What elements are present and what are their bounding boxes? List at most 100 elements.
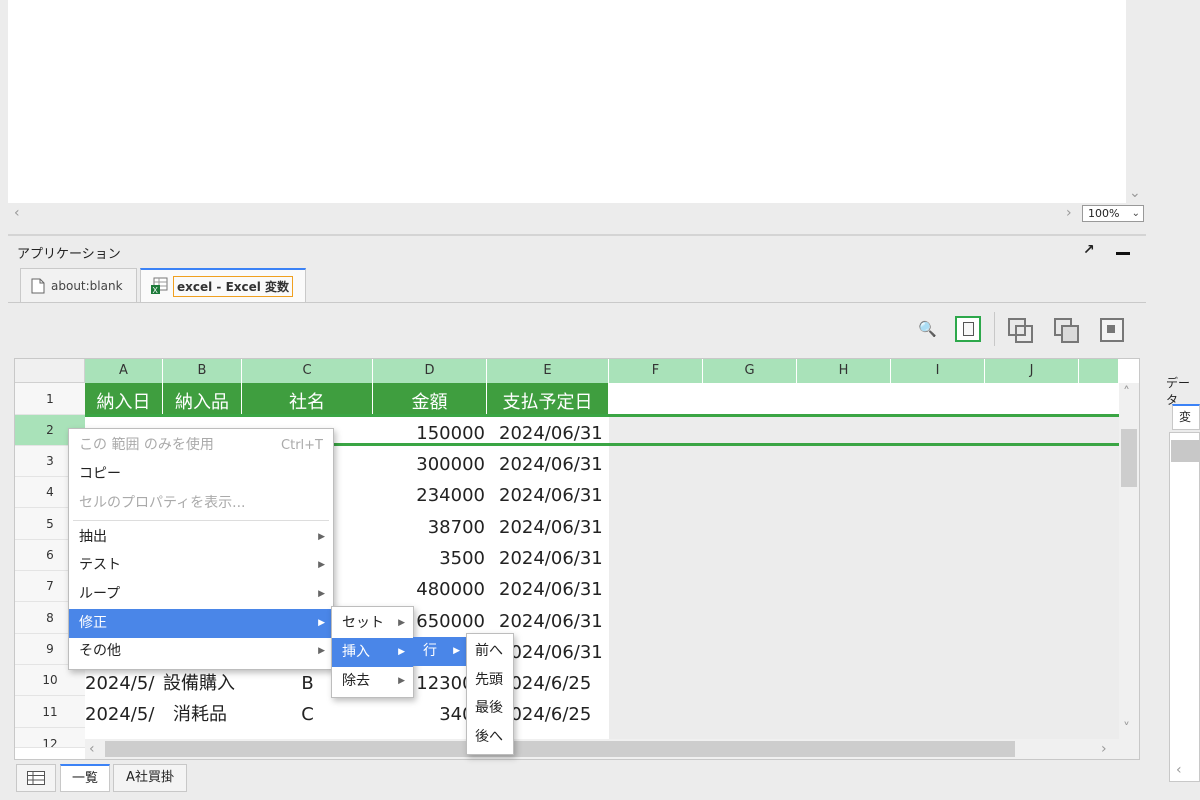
date-cell[interactable]: 2024/06/31 <box>499 638 609 668</box>
date-cell[interactable]: 2024/06/31 <box>499 544 609 574</box>
submenu-row: 前へ 先頭 最後 後へ <box>466 633 514 755</box>
amount-cell[interactable]: 300000 <box>373 450 487 480</box>
svg-text:X: X <box>153 286 159 295</box>
date-cell[interactable]: 2024/06/31 <box>499 575 609 605</box>
header-cell[interactable]: 支払予定日 <box>487 383 609 415</box>
submenu-arrow-icon: ▶ <box>318 618 325 628</box>
zoom-window-icon[interactable] <box>1098 316 1126 344</box>
menu-item-copy[interactable]: コピー <box>69 460 333 489</box>
date-cell[interactable]: 2024/5/ <box>85 700 163 730</box>
select-all-corner[interactable] <box>15 359 85 383</box>
menu-item-test[interactable]: テスト ▶ <box>69 551 333 580</box>
tab-strip-border <box>8 302 1146 303</box>
date-cell[interactable]: 2024/6/25 <box>499 700 609 730</box>
header-cell[interactable]: 社名 <box>242 383 373 415</box>
chevron-left-icon[interactable]: ‹ <box>89 739 95 759</box>
submenu-arrow-icon: ▶ <box>318 532 325 542</box>
menu-item-after[interactable]: 後へ <box>467 723 513 752</box>
context-menu: この 範囲 のみを使用 Ctrl+T コピー セルのプロパティを表示... 抽出… <box>68 428 334 670</box>
variables-table[interactable] <box>1169 432 1200 782</box>
column-header-a[interactable]: A <box>85 359 163 383</box>
sheet-horizontal-scrollbar[interactable]: ‹ › <box>85 739 1139 759</box>
column-header-d[interactable]: D <box>373 359 487 383</box>
copy-window-icon[interactable] <box>1006 316 1034 344</box>
chevron-up-icon[interactable]: ˄ <box>1123 383 1130 403</box>
date-cell[interactable]: 2024/5/ <box>85 669 163 699</box>
item-cell[interactable]: 消耗品 <box>173 700 242 730</box>
scroll-thumb[interactable] <box>1121 429 1137 487</box>
column-header-e[interactable]: E <box>487 359 609 383</box>
variables-table-header <box>1171 440 1200 462</box>
menu-item-cell-properties[interactable]: セルのプロパティを表示... <box>69 489 333 518</box>
menu-item-loop[interactable]: ループ ▶ <box>69 580 333 609</box>
stack-window-icon[interactable] <box>1052 316 1080 344</box>
menu-item-extract[interactable]: 抽出 ▶ <box>69 523 333 552</box>
menu-item-other[interactable]: その他 ▶ <box>69 637 333 666</box>
chevron-down-icon[interactable]: ⌄ <box>1129 183 1141 203</box>
sheet-list-button[interactable] <box>16 764 56 792</box>
item-cell[interactable]: 設備購入 <box>163 669 242 699</box>
tab-label: excel - Excel 変数 <box>173 275 294 297</box>
row-header[interactable]: 1 <box>15 383 85 415</box>
column-header-f[interactable]: F <box>609 359 703 383</box>
column-header-k[interactable] <box>1079 359 1119 383</box>
date-cell[interactable]: 2024/06/31 <box>499 607 609 637</box>
search-icon[interactable]: 🔍 <box>918 320 937 338</box>
menu-item-first[interactable]: 先頭 <box>467 666 513 695</box>
chevron-left-icon[interactable]: ‹ <box>14 203 20 223</box>
column-header-c[interactable]: C <box>242 359 373 383</box>
chevron-right-icon[interactable]: › <box>1101 739 1107 759</box>
sheet-view-icon <box>963 322 974 336</box>
column-header-g[interactable]: G <box>703 359 797 383</box>
date-cell[interactable]: 2024/06/31 <box>499 450 609 480</box>
menu-item-use-range-only[interactable]: この 範囲 のみを使用 Ctrl+T <box>69 431 333 460</box>
submenu-arrow-icon: ▶ <box>398 676 405 686</box>
column-header-j[interactable]: J <box>985 359 1079 383</box>
column-header-b[interactable]: B <box>163 359 242 383</box>
amount-cell[interactable]: 3500 <box>373 544 487 574</box>
preview-horizontal-scrollbar[interactable]: ‹ › <box>8 203 1144 223</box>
menu-item-set[interactable]: セット ▶ <box>332 609 413 638</box>
date-cell[interactable]: 2024/06/31 <box>499 481 609 511</box>
header-cell[interactable]: 納入日 <box>85 383 163 415</box>
amount-cell[interactable]: 480000 <box>373 575 487 605</box>
sheet-vertical-scrollbar[interactable]: ˄ ˅ <box>1119 383 1139 741</box>
sheet-tab-a-company[interactable]: A社買掛 <box>113 764 187 792</box>
column-header-i[interactable]: I <box>891 359 985 383</box>
preview-vertical-scrollbar[interactable]: ⌄ <box>1126 0 1144 203</box>
menu-item-insert[interactable]: 挿入 ▶ <box>332 638 413 667</box>
chevron-down-icon[interactable]: ˅ <box>1123 719 1130 739</box>
minimize-icon[interactable] <box>1116 252 1130 255</box>
menu-item-remove[interactable]: 除去 ▶ <box>332 667 413 696</box>
tab-excel[interactable]: X excel - Excel 変数 <box>140 268 306 302</box>
chevron-left-icon[interactable]: ‹ <box>1176 760 1182 780</box>
menu-item-row[interactable]: 行 ▶ <box>413 637 468 666</box>
submenu-insert: 行 ▶ <box>413 636 468 668</box>
chevron-right-icon[interactable]: › <box>1066 203 1072 223</box>
amount-cell[interactable]: 234000 <box>373 481 487 511</box>
tab-variables[interactable]: 変数 <box>1172 404 1200 430</box>
menu-item-before[interactable]: 前へ <box>467 637 513 666</box>
header-cell[interactable]: 金額 <box>373 383 487 415</box>
pane-divider[interactable] <box>8 234 1146 236</box>
header-cell[interactable]: 納入品 <box>163 383 242 415</box>
scroll-thumb[interactable] <box>105 741 1015 757</box>
sheet-view-button[interactable] <box>955 316 981 342</box>
column-header-h[interactable]: H <box>797 359 891 383</box>
date-cell[interactable]: 2024/6/25 <box>499 669 609 699</box>
company-cell[interactable]: C <box>242 700 373 730</box>
chevron-down-icon: ⌄ <box>1131 208 1140 219</box>
sheet-tab-ichiran[interactable]: 一覧 <box>60 764 110 792</box>
submenu-arrow-icon: ▶ <box>398 647 405 657</box>
right-strip <box>1146 0 1200 360</box>
date-cell[interactable]: 2024/06/31 <box>499 513 609 543</box>
data-panel-title: データ <box>1166 376 1191 407</box>
tab-about-blank[interactable]: about:blank <box>20 268 137 302</box>
row-header[interactable]: 11 <box>15 696 85 728</box>
amount-cell[interactable]: 38700 <box>373 513 487 543</box>
menu-item-modify[interactable]: 修正 ▶ <box>69 609 333 638</box>
popout-arrow-icon[interactable]: ↗ <box>1083 242 1095 258</box>
row-header[interactable]: 12 <box>15 728 85 748</box>
zoom-select[interactable]: 100% ⌄ <box>1082 205 1144 222</box>
menu-item-last[interactable]: 最後 <box>467 694 513 723</box>
